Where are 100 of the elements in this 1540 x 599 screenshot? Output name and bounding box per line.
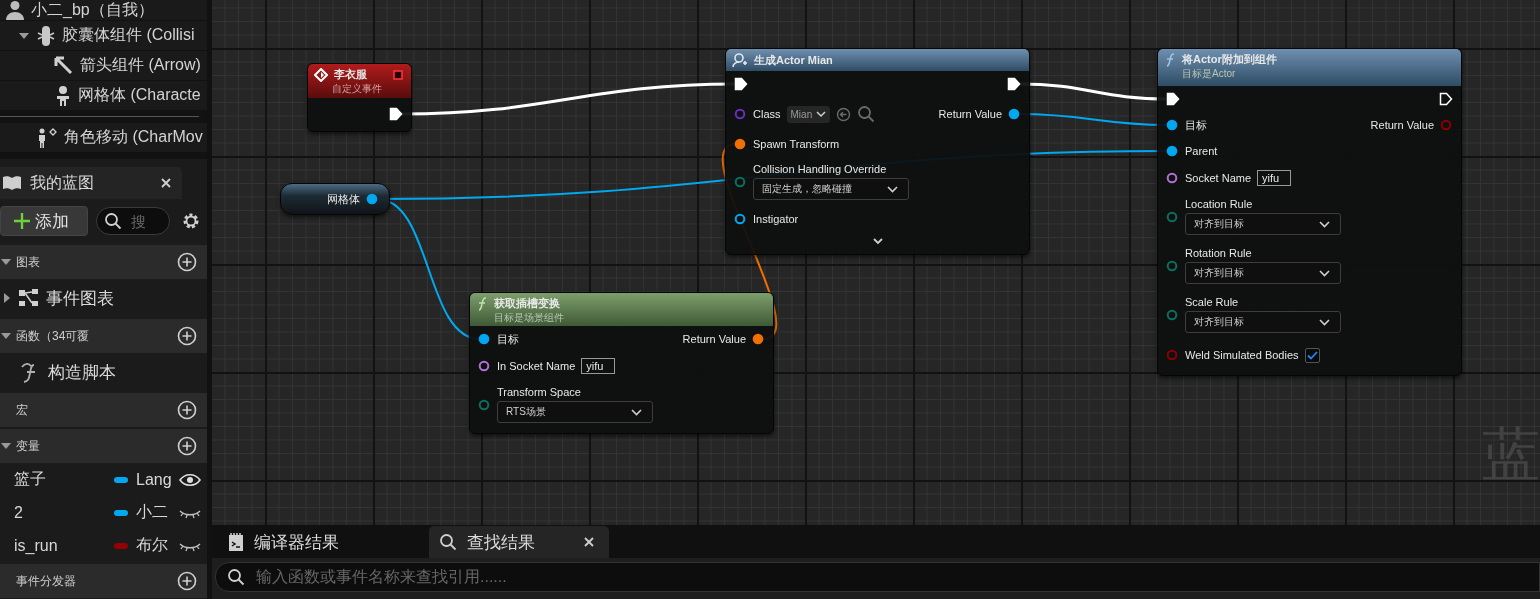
search-field[interactable]: 输入函数或事件名称来查找引用...... bbox=[215, 562, 1540, 592]
pin-icon[interactable] bbox=[1166, 308, 1179, 321]
text-field[interactable]: yifu bbox=[1257, 170, 1292, 186]
tree-item[interactable]: 网格体 (Characte bbox=[0, 81, 207, 110]
pin-icon[interactable] bbox=[1166, 145, 1179, 157]
pin-label: Return Value bbox=[1370, 119, 1434, 131]
pin-icon[interactable] bbox=[366, 193, 379, 205]
pin-icon[interactable] bbox=[1166, 259, 1179, 272]
pin-icon[interactable] bbox=[478, 333, 491, 345]
tree-item[interactable]: 胶囊体组件 (Collisi bbox=[0, 21, 207, 50]
exec-pin-icon[interactable] bbox=[1166, 92, 1180, 106]
variable-type: 布尔 bbox=[136, 535, 169, 555]
function-icon bbox=[1164, 52, 1176, 67]
blueprint-node[interactable]: 获取插槽变换 目标是场景组件 目标 Return Value In Socket Name yifu Transform Space RTS场景 bbox=[469, 292, 774, 434]
add-circle-icon[interactable] bbox=[177, 436, 197, 456]
pin-icon[interactable] bbox=[1166, 119, 1179, 131]
pin-icon[interactable] bbox=[734, 213, 747, 225]
enum-dropdown[interactable]: 对齐到目标 bbox=[1185, 262, 1341, 284]
variable-node[interactable]: 网格体 bbox=[280, 183, 390, 215]
eye-icon[interactable] bbox=[179, 472, 201, 487]
graph-icon bbox=[18, 288, 40, 308]
panel-tab[interactable]: 编译器结果 bbox=[218, 526, 349, 558]
panel-tab[interactable]: 查找结果 bbox=[429, 526, 609, 558]
person-icon bbox=[4, 0, 26, 20]
caret-icon bbox=[1319, 318, 1330, 326]
node-title: 将Actor附加到组件 bbox=[1182, 52, 1277, 67]
close-icon[interactable] bbox=[160, 177, 172, 189]
expand-chevron-icon[interactable] bbox=[872, 237, 883, 245]
class-dropdown[interactable]: Mian bbox=[786, 105, 831, 123]
text-field[interactable]: yifu bbox=[581, 358, 616, 374]
blueprint-node[interactable]: 将Actor附加到组件 目标是Actor 目标 Return Value Parent Socket Name yifu Location Rule 对齐到目标 Rotation Rule 对齐到目标 Scale Rule 对齐到目标 Weld Simulated Bodies bbox=[1157, 48, 1462, 376]
use-selected-icon[interactable] bbox=[836, 106, 852, 122]
node-subtitle: 目标是Actor bbox=[1182, 67, 1237, 81]
pin-icon[interactable] bbox=[1166, 172, 1179, 184]
pin-label: Spawn Transform bbox=[753, 138, 840, 150]
add-circle-icon[interactable] bbox=[177, 400, 197, 420]
caret-icon bbox=[1319, 220, 1330, 228]
section-header[interactable]: 函数（34可覆 bbox=[0, 319, 207, 353]
section-header[interactable]: 变量 bbox=[0, 429, 207, 463]
section-title: 函数（34可覆 bbox=[16, 327, 91, 345]
add-circle-icon[interactable] bbox=[177, 252, 197, 272]
panel-title: 我的蓝图 bbox=[30, 172, 95, 193]
event-icon bbox=[314, 67, 328, 82]
variable-name[interactable]: 篮子 bbox=[14, 469, 114, 490]
caret-icon bbox=[1319, 269, 1330, 277]
enum-dropdown[interactable]: 对齐到目标 bbox=[1185, 311, 1341, 333]
log-icon bbox=[228, 532, 244, 552]
search-field[interactable]: 搜 bbox=[96, 207, 170, 235]
enum-dropdown[interactable]: 对齐到目标 bbox=[1185, 213, 1341, 235]
variable-name[interactable]: 2 bbox=[14, 503, 114, 522]
section-header[interactable]: 宏 bbox=[0, 393, 207, 427]
delegate-pin-icon[interactable] bbox=[393, 69, 403, 80]
pin-label: Location Rule bbox=[1185, 198, 1254, 210]
pin-icon[interactable] bbox=[734, 138, 747, 150]
settings-icon[interactable] bbox=[181, 211, 201, 231]
tree-item[interactable]: 箭头组件 (Arrow) bbox=[0, 51, 207, 80]
function-icon bbox=[476, 296, 488, 311]
variable-name[interactable]: is_run bbox=[14, 536, 114, 555]
plus-icon bbox=[13, 212, 31, 230]
pin-label: Collision Handling Override bbox=[753, 163, 888, 175]
section-header[interactable]: 事件分发器 bbox=[0, 564, 207, 598]
pin-label: 目标 bbox=[497, 331, 519, 347]
pin-icon[interactable] bbox=[1166, 210, 1179, 223]
search-icon bbox=[104, 212, 122, 230]
blueprint-node[interactable]: 生成Actor Mian Class Mian Return Value Spawn Transform Collision Handling Override 固定生成，忽略碰撞 Instigator bbox=[725, 48, 1030, 255]
blueprint-node[interactable]: 李衣服 自定义事件 bbox=[307, 63, 412, 132]
section-header[interactable]: 图表 bbox=[0, 245, 207, 279]
caret-icon bbox=[631, 408, 642, 416]
pin-icon[interactable] bbox=[478, 398, 491, 411]
pin-label: Scale Rule bbox=[1185, 296, 1240, 308]
enum-dropdown[interactable]: RTS场景 bbox=[497, 401, 653, 423]
pin-label: Transform Space bbox=[497, 386, 582, 398]
search-icon bbox=[857, 105, 876, 123]
panel-tab[interactable]: 我的蓝图 bbox=[0, 167, 182, 199]
checkbox[interactable] bbox=[1304, 347, 1320, 363]
pin-label: Class bbox=[753, 108, 781, 120]
list-item[interactable]: 构造脚本 bbox=[0, 353, 207, 391]
pin-icon[interactable] bbox=[734, 175, 747, 188]
arrow-icon bbox=[53, 54, 75, 77]
pin-icon[interactable] bbox=[752, 333, 765, 345]
exec-pin-icon[interactable] bbox=[389, 107, 403, 121]
exec-pin-icon[interactable] bbox=[1007, 77, 1021, 91]
pin-label: Rotation Rule bbox=[1185, 247, 1253, 259]
list-item[interactable]: 事件图表 bbox=[0, 279, 207, 317]
enum-dropdown[interactable]: 固定生成，忽略碰撞 bbox=[753, 178, 909, 200]
exec-pin-icon[interactable] bbox=[1439, 92, 1453, 106]
add-button[interactable]: 添加 bbox=[0, 206, 88, 236]
pin-icon[interactable] bbox=[1008, 108, 1021, 120]
pin-label: Socket Name bbox=[1185, 172, 1252, 184]
section-title: 图表 bbox=[16, 253, 41, 271]
tree-item[interactable]: 角色移动 (CharMov bbox=[0, 123, 207, 152]
tree-item[interactable]: 小二_bp（自我） bbox=[0, 0, 207, 20]
pin-icon[interactable] bbox=[478, 360, 491, 372]
exec-pin-icon[interactable] bbox=[734, 77, 748, 91]
section-title: 事件分发器 bbox=[16, 572, 77, 590]
close-icon[interactable] bbox=[583, 536, 595, 548]
add-circle-icon[interactable] bbox=[177, 571, 197, 591]
add-circle-icon[interactable] bbox=[177, 326, 197, 346]
node-title: 生成Actor Mian bbox=[754, 52, 833, 68]
caret-icon bbox=[887, 185, 898, 193]
